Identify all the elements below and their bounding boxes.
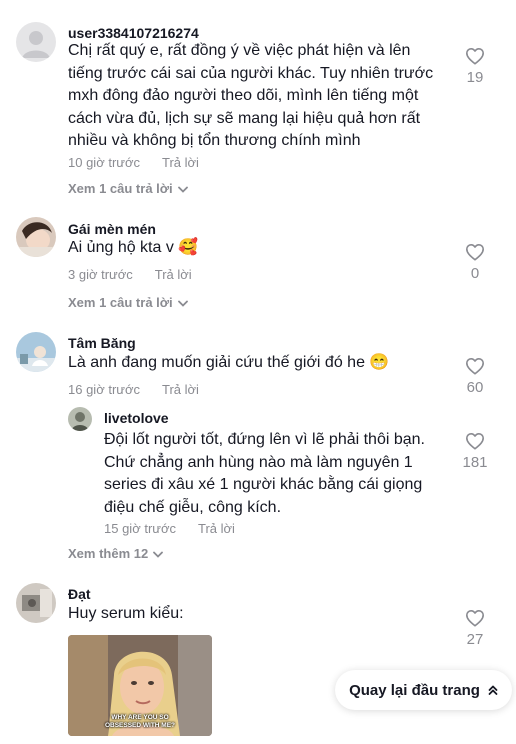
chevron-down-icon	[153, 551, 164, 558]
reply-button[interactable]: Trả lời	[198, 521, 235, 536]
comment-text-line: nhiều và không bị tổn thương chính mình	[68, 132, 361, 149]
reply-time: 15 giờ trước	[104, 521, 176, 536]
view-replies-button[interactable]: Xem 1 câu trả lời	[68, 295, 188, 310]
view-replies-label: Xem 1 câu trả lời	[68, 295, 173, 310]
heart-outline-icon	[466, 357, 484, 375]
comment-username[interactable]: user3384107216274	[68, 25, 199, 41]
reply-avatar[interactable]	[68, 407, 92, 431]
comment-time: 3 giờ trước	[68, 267, 133, 282]
comment-username[interactable]: Tâm Băng	[68, 335, 136, 351]
heart-outline-icon	[466, 432, 484, 450]
comment-item: user3384107216274 Chị rất quý e, rất đồn…	[0, 0, 516, 210]
reply-button[interactable]: Trả lời	[162, 382, 199, 397]
view-replies-label: Xem 1 câu trả lời	[68, 181, 173, 196]
heart-outline-icon	[466, 243, 484, 261]
chevron-down-icon	[177, 186, 188, 193]
like-button[interactable]: 27	[455, 609, 495, 648]
reply-text-line: series đi xâu xé 1 người khác bằng cái g…	[104, 476, 423, 493]
comment-text: Chị rất quý e, rất đồng ý về việc phát h…	[68, 40, 458, 153]
comment-meta: 16 giờ trước Trả lời	[68, 382, 199, 397]
comment-meta: 3 giờ trước Trả lời	[68, 267, 192, 282]
heart-outline-icon	[466, 47, 484, 65]
comment-gif-image[interactable]: WHY ARE YOU SO OBSESSED WITH ME?	[68, 635, 212, 736]
heart-outline-icon	[466, 609, 484, 627]
like-button[interactable]: 60	[455, 357, 495, 396]
reply-username[interactable]: livetolove	[104, 410, 169, 426]
gif-caption-line: WHY ARE YOU SO	[111, 714, 169, 721]
like-count: 0	[470, 265, 480, 282]
reply-button[interactable]: Trả lời	[162, 155, 199, 170]
comment-text-line: cách vừa đủ, lịch sự sẽ mang lại hiệu qu…	[68, 109, 421, 127]
comment-item: Gái mèn mén Ai ủng hộ kta v 🥰 3 giờ trướ…	[0, 210, 516, 320]
avatar[interactable]	[16, 22, 56, 62]
comment-text-line: mxh đông đảo người theo dõi, mình lên ti…	[68, 87, 419, 104]
double-chevron-up-icon	[488, 685, 498, 695]
view-replies-button[interactable]: Xem 1 câu trả lời	[68, 181, 188, 196]
comment-text: Là anh đang muốn giải cứu thế giới đó he…	[68, 354, 390, 371]
reply-text-line: điệu chế giễu, công kích.	[104, 498, 282, 516]
like-count: 181	[462, 454, 488, 471]
like-button[interactable]: 19	[455, 47, 495, 86]
comment-item: Tâm Băng Là anh đang muốn giải cứu thế g…	[0, 320, 516, 570]
reply-button[interactable]: Trả lời	[155, 267, 192, 282]
gif-caption: WHY ARE YOU SO OBSESSED WITH ME?	[68, 714, 212, 730]
chevron-down-icon	[177, 300, 188, 307]
comment-meta: 10 giờ trước Trả lời	[68, 155, 199, 170]
gif-caption-line: OBSESSED WITH ME?	[104, 722, 176, 729]
comment-username[interactable]: Đạt	[68, 586, 91, 602]
comment-time: 16 giờ trước	[68, 382, 140, 397]
like-count: 27	[466, 631, 484, 648]
comment-username[interactable]: Gái mèn mén	[68, 221, 156, 237]
like-button[interactable]: 0	[455, 243, 495, 282]
comment-text-line: tiếng trước cái sai của người khác. Tuy …	[68, 64, 434, 82]
comment-text: Huy serum kiểu:	[68, 605, 184, 622]
back-to-top-label: Quay lại đầu trang	[349, 681, 480, 699]
comment-text: Ai ủng hộ kta v 🥰	[68, 239, 199, 256]
view-more-label: Xem thêm 12	[68, 546, 149, 561]
comment-time: 10 giờ trước	[68, 155, 140, 170]
like-count: 60	[466, 379, 484, 396]
view-more-replies-button[interactable]: Xem thêm 12	[68, 546, 164, 561]
reply-text-line: Đội lốt người tốt, đứng lên vì lẽ phải t…	[104, 431, 425, 448]
comment-text-line: Chị rất quý e, rất đồng ý về việc phát h…	[68, 42, 411, 59]
avatar[interactable]	[16, 583, 56, 623]
back-to-top-button[interactable]: Quay lại đầu trang	[335, 670, 512, 710]
reply-text-line: Chứ chẳng anh hùng nào mà làm nguyên 1	[104, 453, 413, 471]
avatar[interactable]	[16, 217, 56, 257]
reply-like-button[interactable]: 181	[455, 432, 495, 471]
like-count: 19	[466, 69, 484, 86]
avatar[interactable]	[16, 332, 56, 372]
reply-text: Đội lốt người tốt, đứng lên vì lẽ phải t…	[104, 429, 459, 519]
reply-meta: 15 giờ trước Trả lời	[104, 521, 235, 536]
